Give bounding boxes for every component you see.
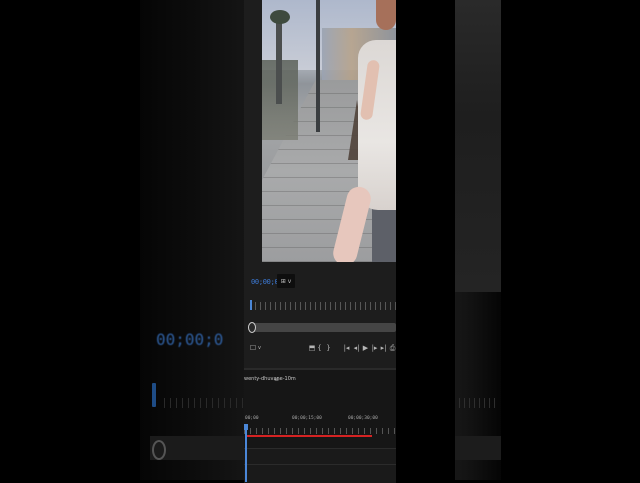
video-palm-trunk [276, 14, 282, 104]
go-to-out-button[interactable]: ▸| [380, 342, 387, 354]
transport-toolbar: ☐ v ⬒ { } |◂ ◂| ▶ |▸ ▸| ⎙ [250, 342, 396, 354]
lift-button[interactable]: ⎙ [389, 342, 396, 354]
editor-panel: 00;00;00;00 ⊞ v ☐ v ⬒ { } |◂ ◂| ▶ |▸ ▸| … [244, 0, 396, 483]
ghost-ruler [164, 398, 244, 408]
timeline-time-labels: 00;00 00;00;15;00 00;00;30;00 [244, 416, 396, 424]
timeline-time-label: 00;00;30;00 [348, 416, 378, 421]
timeline-time-label: 00;00 [245, 416, 259, 421]
blurred-background-left: 00;00;0 [140, 0, 246, 480]
monitor-time-ruler[interactable] [250, 302, 396, 310]
add-marker-icon[interactable]: ⬒ [308, 342, 316, 354]
program-monitor-video[interactable] [262, 0, 396, 262]
video-woman-hair [376, 0, 396, 30]
timeline-panel: wenty-dhuvane-10m ≡ 00;00 00;00;15;00 00… [244, 368, 396, 483]
step-back-button[interactable]: ◂| [352, 342, 361, 354]
ghost-timecode: 00;00;0 [156, 330, 224, 349]
timeline-ruler[interactable] [244, 428, 396, 434]
timeline-playhead[interactable] [245, 424, 247, 482]
go-to-in-button[interactable]: |◂ [342, 342, 351, 354]
mark-in-button[interactable]: { [317, 342, 322, 354]
ghost-video-frame [455, 0, 501, 292]
settings-icon[interactable]: ☐ [250, 342, 256, 354]
sequence-tab[interactable]: wenty-dhuvane-10m [244, 376, 296, 382]
video-palm-crown [270, 10, 290, 24]
program-monitor-controls: 00;00;00;00 ⊞ v ☐ v ⬒ { } |◂ ◂| ▶ |▸ ▸| … [244, 262, 396, 368]
ghost-playhead [152, 383, 156, 407]
ghost-scrubber-knob [152, 440, 166, 460]
ghost-ruler [459, 398, 499, 408]
zoom-scroll-handle[interactable] [248, 322, 256, 333]
fit-zoom-select[interactable]: ⊞ v [277, 274, 295, 288]
blurred-background-right [455, 0, 501, 480]
timeline-tracks[interactable] [244, 448, 396, 483]
mark-out-button[interactable]: } [326, 342, 331, 354]
play-button[interactable]: ▶ [362, 342, 369, 354]
menu-icon[interactable]: ≡ [274, 376, 279, 383]
fit-icon: ⊞ [280, 277, 286, 285]
monitor-playhead[interactable] [250, 300, 252, 310]
video-lamp-post [316, 0, 320, 132]
chevron-down-icon: v [287, 277, 292, 285]
ghost-scrubber [455, 436, 501, 460]
timeline-time-label: 00;00;15;00 [292, 416, 322, 421]
render-status-bar [246, 435, 372, 437]
track-divider [244, 464, 396, 465]
zoom-scroll-bar[interactable] [250, 323, 396, 332]
chevron-down-icon[interactable]: v [257, 342, 262, 354]
step-forward-button[interactable]: |▸ [370, 342, 379, 354]
